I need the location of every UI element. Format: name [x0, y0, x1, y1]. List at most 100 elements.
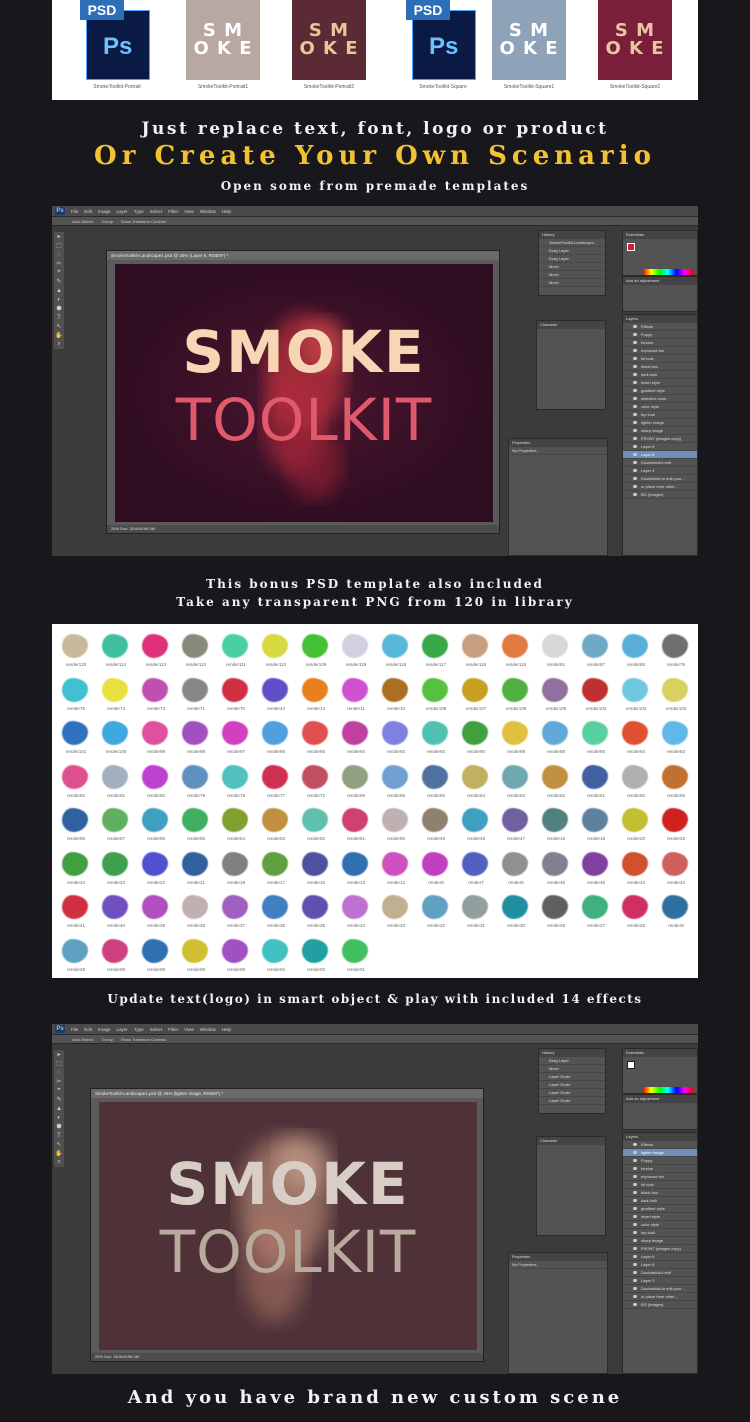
eye-icon[interactable] — [633, 1279, 637, 1282]
library-item[interactable]: render21 — [176, 846, 216, 892]
library-item[interactable]: render116 — [456, 628, 496, 674]
menu-item-view[interactable]: View — [184, 1027, 194, 1032]
library-item[interactable]: render83 — [656, 715, 696, 761]
history-item[interactable]: Move — [539, 263, 605, 271]
option-item[interactable]: Group — [102, 219, 113, 224]
library-item[interactable]: render45 — [576, 846, 616, 892]
layer-row[interactable]: fondue — [623, 1165, 697, 1173]
library-item[interactable]: render74 — [96, 672, 136, 718]
library-item[interactable]: render70 — [216, 672, 256, 718]
library-item[interactable]: render68 — [376, 759, 416, 805]
layer-row[interactable]: exposure.fun — [623, 1173, 697, 1181]
eye-icon[interactable] — [633, 1207, 637, 1210]
library-item[interactable]: render53 — [256, 802, 296, 848]
library-item[interactable]: render71 — [176, 672, 216, 718]
library-item[interactable]: render24 — [56, 846, 96, 892]
eye-icon[interactable] — [633, 1287, 637, 1290]
library-item[interactable]: render66 — [416, 759, 456, 805]
library-item[interactable]: render13 — [336, 846, 376, 892]
library-item[interactable]: render55 — [176, 802, 216, 848]
library-item[interactable]: render22 — [136, 846, 176, 892]
layer-row[interactable]: gradient style — [623, 1205, 697, 1213]
library-item[interactable]: render110 — [256, 628, 296, 674]
library-item[interactable]: render103 — [616, 672, 656, 718]
menu-item-file[interactable]: File — [71, 209, 78, 214]
layer-row[interactable]: top look — [623, 1229, 697, 1237]
layer-row[interactable]: Layer 8 — [623, 443, 697, 451]
layer-row[interactable]: or place here other... — [623, 483, 697, 491]
library-item[interactable]: render72 — [296, 759, 336, 805]
library-item[interactable]: render77 — [256, 759, 296, 805]
library-item[interactable]: render104 — [576, 672, 616, 718]
lasso-tool-icon[interactable]: ◌ — [54, 1068, 64, 1077]
library-item[interactable]: render56 — [136, 802, 176, 848]
library-item[interactable]: render117 — [416, 628, 456, 674]
library-item[interactable]: render61 — [576, 759, 616, 805]
layer-row[interactable]: sharp image — [623, 1237, 697, 1245]
library-item[interactable]: render17 — [256, 846, 296, 892]
library-item[interactable]: render78 — [216, 759, 256, 805]
menu-item-select[interactable]: Select — [150, 1027, 163, 1032]
menu-item-help[interactable]: Help — [222, 209, 231, 214]
library-item[interactable]: render107 — [456, 672, 496, 718]
dodge-tool-icon[interactable]: ◐ — [54, 295, 64, 304]
eye-icon[interactable] — [633, 429, 637, 432]
eyedropper-tool-icon[interactable]: ⌖ — [54, 268, 64, 277]
eye-icon[interactable] — [633, 445, 637, 448]
eye-icon[interactable] — [633, 357, 637, 360]
library-item[interactable]: render26 — [616, 889, 656, 935]
library-item[interactable]: render84 — [616, 715, 656, 761]
library-item[interactable]: render106 — [496, 672, 536, 718]
layer-row[interactable]: lighter image — [623, 1149, 697, 1157]
eyedropper-tool-icon[interactable]: ⌖ — [54, 1086, 64, 1095]
library-item[interactable]: render04 — [256, 933, 296, 979]
library-item[interactable]: render100 — [96, 715, 136, 761]
eye-icon[interactable] — [633, 389, 637, 392]
layer-row[interactable]: dark look — [623, 1197, 697, 1205]
library-item[interactable]: render91 — [536, 628, 576, 674]
menu-item-help[interactable]: Help — [222, 1027, 231, 1032]
layer-row[interactable]: Layer 3 — [623, 467, 697, 475]
library-item[interactable]: render05 — [216, 933, 256, 979]
eye-icon[interactable] — [633, 1271, 637, 1274]
layer-row[interactable]: invert style — [623, 379, 697, 387]
library-item[interactable]: render10 — [376, 672, 416, 718]
stamp-tool-icon[interactable]: ▲ — [54, 286, 64, 295]
library-item[interactable]: render98 — [176, 715, 216, 761]
layer-row[interactable]: gradient style — [623, 387, 697, 395]
library-item[interactable]: render20 — [616, 802, 656, 848]
eye-icon[interactable] — [633, 1143, 637, 1146]
library-item[interactable]: render114 — [96, 628, 136, 674]
file-item[interactable]: S M O K E SmokeToolkit-Square2 — [590, 0, 680, 100]
eye-icon[interactable] — [633, 1159, 637, 1162]
marquee-tool-icon[interactable]: ⬚ — [54, 241, 64, 250]
library-item[interactable]: render48 — [456, 802, 496, 848]
history-item[interactable]: Layer Order — [539, 1073, 605, 1081]
eye-icon[interactable] — [633, 1183, 637, 1186]
option-item[interactable]: Show Transform Controls — [121, 1037, 166, 1042]
file-item[interactable]: S M O K E SmokeToolkit-Portrait2 — [284, 0, 374, 100]
file-item[interactable]: S M O K E SmokeToolkit-Square1 — [484, 0, 574, 100]
library-item[interactable]: render112 — [176, 628, 216, 674]
shape-tool-icon[interactable]: ⬢ — [54, 304, 64, 313]
library-item[interactable]: render36 — [256, 889, 296, 935]
layer-row[interactable]: top look — [623, 411, 697, 419]
eye-icon[interactable] — [633, 1263, 637, 1266]
option-item[interactable]: Auto-Select: — [72, 219, 94, 224]
library-item[interactable]: render85 — [576, 715, 616, 761]
library-item[interactable]: render15 — [536, 802, 576, 848]
history-item[interactable]: Layer Order — [539, 1089, 605, 1097]
library-item[interactable]: render8 — [416, 846, 456, 892]
eye-icon[interactable] — [633, 1231, 637, 1234]
layer-row[interactable]: bit look — [623, 355, 697, 363]
library-item[interactable]: render69 — [336, 759, 376, 805]
eye-icon[interactable] — [633, 1295, 637, 1298]
eye-icon[interactable] — [633, 1167, 637, 1170]
eye-icon[interactable] — [633, 365, 637, 368]
library-item[interactable]: render41 — [56, 889, 96, 935]
menu-item-window[interactable]: Window — [200, 1027, 216, 1032]
library-item[interactable]: render79 — [176, 759, 216, 805]
library-item[interactable]: render99 — [136, 715, 176, 761]
library-item[interactable]: render105 — [536, 672, 576, 718]
type-tool-icon[interactable]: T — [54, 313, 64, 322]
